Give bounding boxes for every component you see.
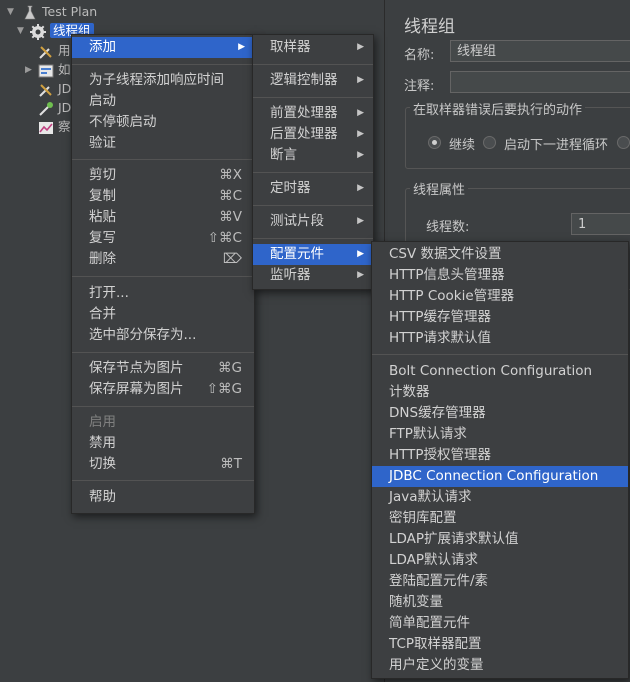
menu-item-config-element[interactable]: 配置元件 ▶ <box>253 244 373 265</box>
pipette-icon <box>38 101 54 117</box>
menu-item-jdbc-connection-configuration[interactable]: JDBC Connection Configuration <box>372 466 628 487</box>
submenu-arrow-icon: ▶ <box>357 75 364 85</box>
tree-node-label: Test Plan <box>42 4 98 19</box>
name-label: 名称: <box>404 48 435 63</box>
menu-item-config[interactable]: 密钥库配置 <box>372 508 628 529</box>
tree-node-label: JD <box>58 100 72 115</box>
error-action-legend: 在取样器错误后要执行的动作 <box>410 99 586 118</box>
name-field[interactable]: 线程组 <box>450 40 630 62</box>
menu-item-config[interactable]: LDAP扩展请求默认值 <box>372 529 628 550</box>
menu-item-open[interactable]: 打开... <box>72 283 254 304</box>
submenu-arrow-icon: ▶ <box>357 42 364 52</box>
collapsed-triangle-icon[interactable]: ▶ <box>25 65 32 75</box>
menu-item-config[interactable]: HTTP请求默认值 <box>372 328 628 349</box>
menu-item-add-think-time[interactable]: 为子线程添加响应时间 <box>72 70 254 91</box>
menu-item-config[interactable]: TCP取样器配置 <box>372 634 628 655</box>
menu-item-paste[interactable]: 粘贴 ⌘V <box>72 207 254 228</box>
threads-field[interactable]: 1 <box>571 213 630 235</box>
menu-item-listener[interactable]: 监听器 ▶ <box>253 265 373 286</box>
menu-item-enable: 启用 <box>89 414 116 430</box>
radio[interactable] <box>617 136 630 149</box>
add-submenu: 取样器 ▶ 逻辑控制器 ▶ 前置处理器 ▶ 后置处理器 ▶ 断言 ▶ 定时器 ▶ 测试片段 ▶… <box>252 34 374 290</box>
tree-node-child[interactable]: JD <box>38 80 71 98</box>
submenu-arrow-icon: ▶ <box>357 150 364 160</box>
tree-node-child[interactable]: JD <box>38 99 71 117</box>
menu-item-duplicate[interactable]: 复写 ⇧⌘C <box>72 228 254 249</box>
tree-node-test-plan[interactable]: Test Plan <box>22 3 97 21</box>
menu-item-config[interactable]: Java默认请求 <box>372 487 628 508</box>
menu-item-config[interactable]: 简单配置元件 <box>372 613 628 634</box>
menu-item-config[interactable]: DNS缓存管理器 <box>372 403 628 424</box>
menu-item-pre-processors[interactable]: 前置处理器 ▶ <box>253 103 373 124</box>
next-loop-radio[interactable] <box>483 136 496 149</box>
menu-item-start-no-pause[interactable]: 不停顿启动 <box>72 112 254 133</box>
menu-item-config[interactable]: 随机变量 <box>372 592 628 613</box>
menu-item-add[interactable]: 添加 ▶ <box>72 37 254 58</box>
tree-node-child[interactable]: 察 <box>38 118 71 136</box>
menu-item-timer[interactable]: 定时器 ▶ <box>253 178 373 199</box>
tree-node-label: 察 <box>58 119 71 134</box>
continue-radio-label: 继续 <box>449 138 476 153</box>
threads-label: 线程数: <box>426 220 470 235</box>
next-loop-radio-label: 启动下一进程循环 <box>504 138 609 153</box>
menu-item-save-node-image[interactable]: 保存节点为图片 ⌘G <box>72 358 254 379</box>
submenu-arrow-icon: ▶ <box>357 249 364 259</box>
submenu-arrow-icon: ▶ <box>357 108 364 118</box>
gear-icon <box>30 23 46 40</box>
submenu-arrow-icon: ▶ <box>357 183 364 193</box>
tree-node-child[interactable]: 用 <box>38 42 71 60</box>
menu-item-config[interactable]: CSV 数据文件设置 <box>372 244 628 265</box>
menu-item-config[interactable]: 用户定义的变量 <box>372 655 628 676</box>
expand-triangle-icon[interactable]: ▼ <box>7 7 14 17</box>
menu-item-disable[interactable]: 禁用 <box>72 433 254 454</box>
menu-item-help[interactable]: 帮助 <box>72 487 254 508</box>
menu-item-save-screen-image[interactable]: 保存屏幕为图片 ⇧⌘G <box>72 379 254 400</box>
tree-node-label: 用 <box>58 43 71 58</box>
submenu-arrow-icon: ▶ <box>357 216 364 226</box>
menu-item-save-selection-as[interactable]: 选中部分保存为... <box>72 325 254 346</box>
context-menu: 添加 ▶ 为子线程添加响应时间 启动 不停顿启动 验证 剪切 ⌘X 复制 ⌘C 粘贴 ⌘… <box>71 34 255 514</box>
flask-icon <box>22 5 38 21</box>
menu-item-assertions[interactable]: 断言 ▶ <box>253 145 373 166</box>
submenu-arrow-icon: ▶ <box>357 270 364 280</box>
menu-item-logic-controller[interactable]: 逻辑控制器 ▶ <box>253 70 373 91</box>
menu-item-config[interactable]: HTTP缓存管理器 <box>372 307 628 328</box>
menu-item-config[interactable]: HTTP Cookie管理器 <box>372 286 628 307</box>
menu-item-merge[interactable]: 合并 <box>72 304 254 325</box>
controller-icon <box>38 63 54 79</box>
menu-item-cut[interactable]: 剪切 ⌘X <box>72 165 254 186</box>
menu-item-sampler[interactable]: 取样器 ▶ <box>253 37 373 58</box>
continue-radio[interactable] <box>428 136 441 149</box>
tree-node-child[interactable]: 如 <box>38 61 71 79</box>
thread-props-legend: 线程属性 <box>410 179 469 198</box>
menu-item-config[interactable]: 登陆配置元件/素 <box>372 571 628 592</box>
menu-item-config[interactable]: 计数器 <box>372 382 628 403</box>
menu-item-start[interactable]: 启动 <box>72 91 254 112</box>
menu-item-copy[interactable]: 复制 ⌘C <box>72 186 254 207</box>
menu-item-config[interactable]: Bolt Connection Configuration <box>372 361 628 382</box>
comment-field[interactable] <box>450 71 630 93</box>
tree-node-label: 如 <box>58 62 71 77</box>
menu-item-post-processors[interactable]: 后置处理器 ▶ <box>253 124 373 145</box>
menu-item-validate[interactable]: 验证 <box>72 133 254 154</box>
menu-item-delete[interactable]: 删除 ⌦ <box>72 249 254 270</box>
tree-node-label: JD <box>58 81 72 96</box>
menu-item-test-fragment[interactable]: 测试片段 ▶ <box>253 211 373 232</box>
menu-item-config[interactable]: LDAP默认请求 <box>372 550 628 571</box>
menu-item-config[interactable]: HTTP信息头管理器 <box>372 265 628 286</box>
submenu-arrow-icon: ▶ <box>357 129 364 139</box>
config-element-submenu: CSV 数据文件设置 HTTP信息头管理器 HTTP Cookie管理器 HTT… <box>371 241 629 679</box>
comment-label: 注释: <box>404 79 435 94</box>
graph-icon <box>38 120 54 136</box>
submenu-arrow-icon: ▶ <box>238 42 245 52</box>
tools-icon <box>38 82 54 98</box>
menu-item-toggle[interactable]: 切换 ⌘T <box>72 454 254 475</box>
expand-triangle-icon[interactable]: ▼ <box>17 26 24 36</box>
panel-title: 线程组 <box>404 17 455 37</box>
menu-item-config[interactable]: HTTP授权管理器 <box>372 445 628 466</box>
menu-item-config[interactable]: FTP默认请求 <box>372 424 628 445</box>
tools-icon <box>38 44 54 60</box>
